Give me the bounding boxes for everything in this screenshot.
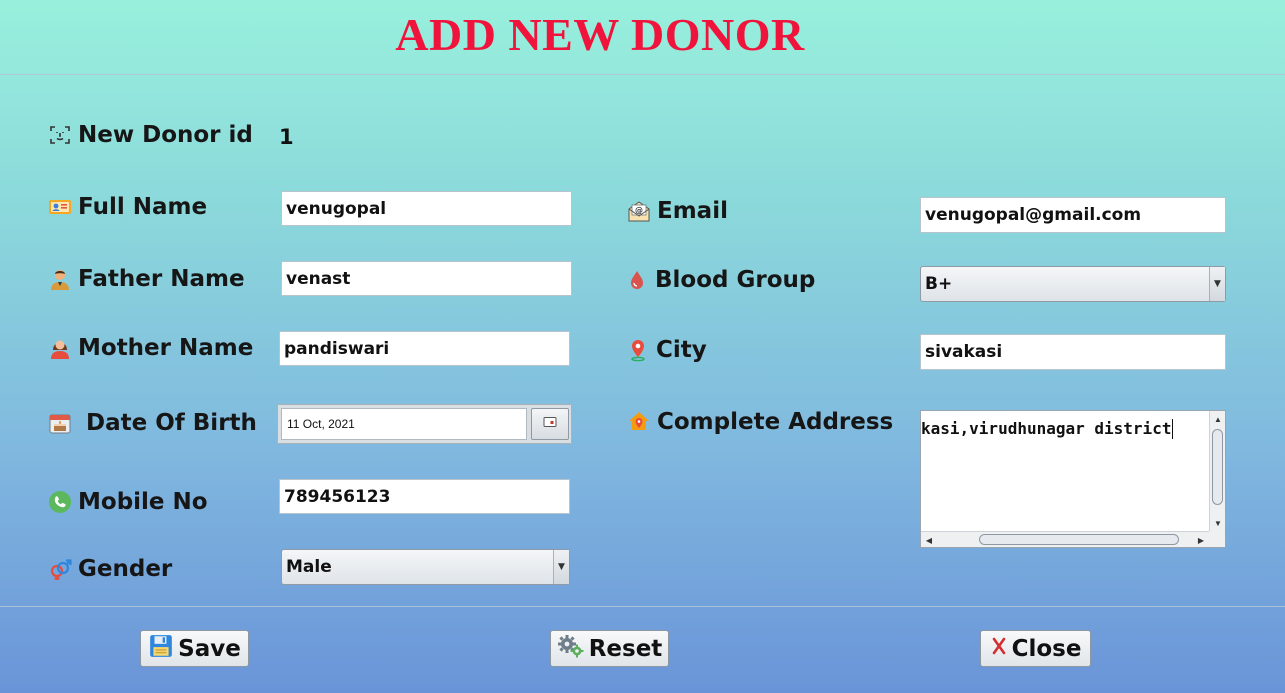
dob-input[interactable]: 11 Oct, 2021: [281, 408, 527, 440]
full-name-input[interactable]: venugopal: [281, 191, 572, 226]
mother-name-input[interactable]: pandiswari: [279, 331, 570, 366]
full-name-label: Full Name: [48, 194, 207, 220]
text-caret: [1172, 419, 1173, 439]
chevron-down-icon[interactable]: ▼: [553, 550, 569, 584]
dob-picker[interactable]: 11 Oct, 2021: [277, 404, 572, 444]
father-name-input[interactable]: venast: [281, 261, 572, 296]
horizontal-scrollbar[interactable]: ◀ ▶: [921, 531, 1209, 547]
blood-group-label: Blood Group: [625, 267, 815, 293]
blood-group-select[interactable]: B+ ▼: [920, 266, 1226, 302]
gender-select[interactable]: Male ▼: [281, 549, 570, 585]
chevron-down-icon[interactable]: ▼: [1209, 267, 1225, 301]
mobile-label: Mobile No: [48, 489, 208, 515]
blood-group-selected-value: B+: [925, 274, 953, 294]
city-label: City: [626, 337, 707, 363]
address-label: Complete Address: [627, 409, 893, 435]
horizontal-scroll-thumb[interactable]: [979, 534, 1179, 545]
gender-selected-value: Male: [286, 557, 332, 577]
birthday-cake-calendar-icon: [48, 411, 72, 435]
donor-id-label: New Donor id: [48, 122, 253, 148]
location-pin-icon: [626, 338, 650, 362]
address-text: kasi,virudhunagar district: [921, 419, 1172, 438]
address-textarea[interactable]: kasi,virudhunagar district ▲ ▼ ◀ ▶: [920, 410, 1226, 548]
face-id-icon: [48, 123, 72, 147]
calendar-icon: [543, 415, 557, 433]
man-icon: [48, 267, 72, 291]
home-location-icon: [627, 410, 651, 434]
scroll-left-icon[interactable]: ◀: [921, 532, 937, 547]
close-button[interactable]: Close: [980, 630, 1091, 667]
mother-name-label: Mother Name: [48, 335, 253, 361]
footer-divider: [0, 606, 1285, 607]
donor-id-value: 1: [279, 125, 294, 149]
vertical-scrollbar[interactable]: ▲ ▼: [1209, 411, 1225, 531]
woman-icon: [48, 336, 72, 360]
phone-icon: [48, 490, 72, 514]
reset-button[interactable]: Reset: [550, 630, 669, 667]
father-name-label: Father Name: [48, 266, 245, 292]
scroll-right-icon[interactable]: ▶: [1193, 532, 1209, 547]
scroll-up-icon[interactable]: ▲: [1210, 411, 1225, 427]
mobile-input[interactable]: 789456123: [279, 479, 570, 514]
dob-label: Date Of Birth: [48, 410, 257, 436]
header-divider: [0, 74, 1285, 75]
id-card-icon: [48, 195, 72, 219]
email-label: @ Email: [627, 198, 728, 224]
calendar-button[interactable]: [531, 408, 569, 440]
city-input[interactable]: sivakasi: [920, 334, 1226, 370]
gender-icon: [48, 557, 72, 581]
save-button[interactable]: Save: [140, 630, 249, 667]
close-x-icon: [990, 636, 1008, 662]
page-title: ADD NEW DONOR: [395, 9, 805, 60]
vertical-scroll-thumb[interactable]: [1212, 429, 1223, 505]
gears-icon: [557, 633, 585, 665]
email-input[interactable]: venugopal@gmail.com: [920, 197, 1226, 233]
scroll-down-icon[interactable]: ▼: [1210, 515, 1225, 531]
email-icon: @: [627, 199, 651, 223]
scrollbar-corner: [1209, 531, 1225, 547]
floppy-disk-icon: [148, 633, 174, 665]
blood-drop-icon: [625, 268, 649, 292]
gender-label: Gender: [48, 556, 172, 582]
